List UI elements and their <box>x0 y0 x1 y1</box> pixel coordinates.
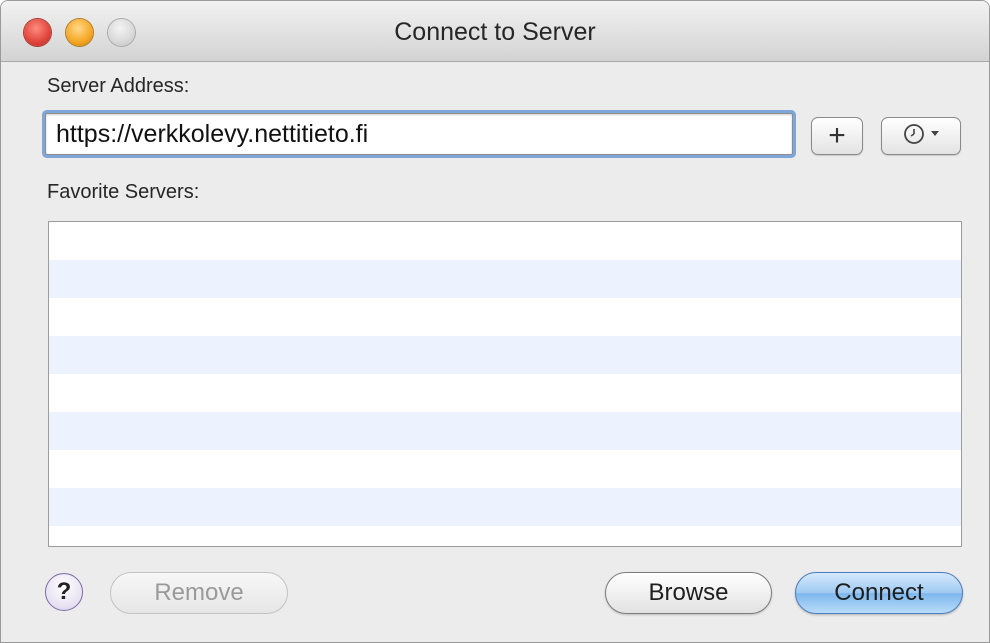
server-address-label: Server Address: <box>47 75 190 97</box>
add-favorite-button[interactable]: + <box>811 117 863 155</box>
window-title: Connect to Server <box>394 18 596 46</box>
question-mark-icon: ? <box>56 578 72 605</box>
favorite-servers-label: Favorite Servers: <box>47 181 200 203</box>
title-bar: Connect to Server <box>1 1 989 62</box>
help-button[interactable]: ? <box>45 573 83 611</box>
server-address-input[interactable] <box>45 113 793 155</box>
remove-button-label: Remove <box>154 579 244 606</box>
connect-button[interactable]: Connect <box>795 572 963 614</box>
remove-button[interactable]: Remove <box>110 572 288 614</box>
clock-icon <box>898 122 944 151</box>
browse-button[interactable]: Browse <box>605 572 772 614</box>
recent-servers-button[interactable] <box>881 117 961 155</box>
favorite-servers-list[interactable] <box>48 221 962 547</box>
plus-icon: + <box>828 119 846 152</box>
connect-button-label: Connect <box>834 579 924 606</box>
connect-to-server-window: Connect to Server Server Address: + Favo… <box>0 0 990 643</box>
browse-button-label: Browse <box>648 579 729 606</box>
